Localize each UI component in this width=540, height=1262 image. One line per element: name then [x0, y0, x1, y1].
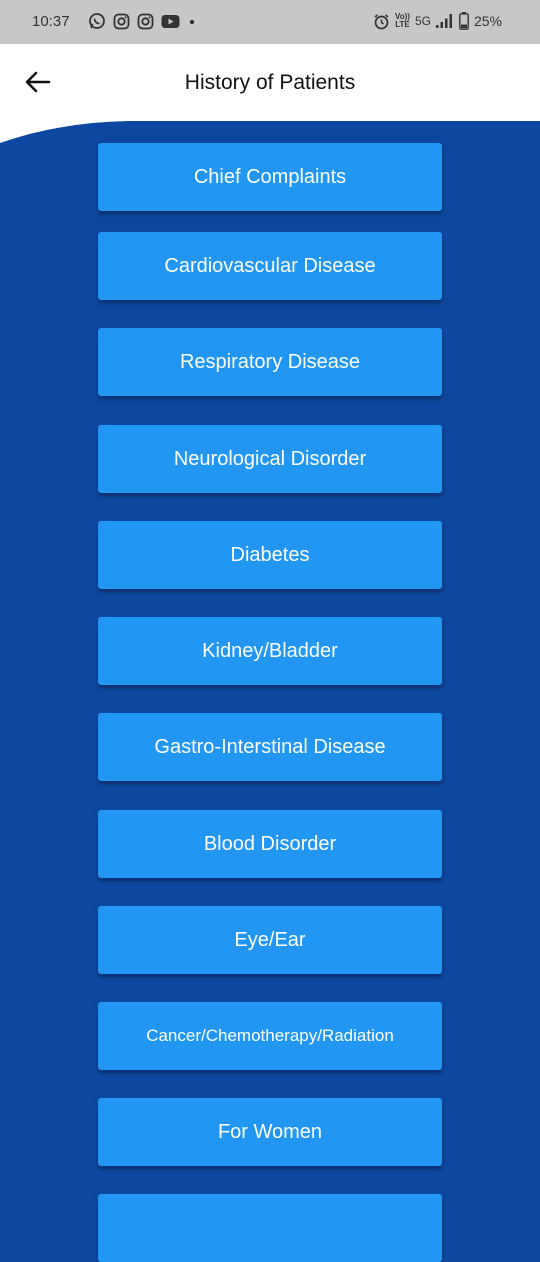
for-women-button[interactable]: For Women — [98, 1098, 442, 1166]
blood-disorder-button[interactable]: Blood Disorder — [98, 810, 442, 878]
app-header: History of Patients — [0, 44, 540, 144]
whatsapp-icon — [88, 12, 106, 30]
diabetes-button[interactable]: Diabetes — [98, 521, 442, 589]
next-category-button-partial[interactable] — [98, 1194, 442, 1262]
page-title: History of Patients — [184, 71, 356, 94]
instagram-icon — [113, 13, 130, 30]
gastro-intestinal-disease-button[interactable]: Gastro-Interstinal Disease — [98, 713, 442, 781]
signal-icon — [435, 14, 454, 28]
neurological-disorder-button[interactable]: Neurological Disorder — [98, 425, 442, 493]
status-bar: 10:37 Vo)) LTE 5G 25% — [0, 0, 540, 44]
alarm-icon — [373, 13, 390, 30]
eye-ear-button[interactable]: Eye/Ear — [98, 906, 442, 974]
cardiovascular-disease-button[interactable]: Cardiovascular Disease — [98, 232, 442, 300]
youtube-icon — [161, 14, 180, 29]
notification-icons — [88, 12, 197, 30]
battery-icon — [459, 12, 469, 30]
chief-complaints-button[interactable]: Chief Complaints — [98, 143, 442, 211]
instagram-icon — [137, 13, 154, 30]
volte-indicator: Vo)) LTE — [394, 12, 410, 29]
system-status-icons: Vo)) LTE 5G 25% — [373, 12, 502, 30]
network-type: 5G — [414, 14, 431, 28]
more-notifications-dot-icon — [187, 16, 197, 26]
kidney-bladder-button[interactable]: Kidney/Bladder — [98, 617, 442, 685]
status-time: 10:37 — [32, 13, 70, 30]
respiratory-disease-button[interactable]: Respiratory Disease — [98, 328, 442, 396]
cancer-chemotherapy-radiation-button[interactable]: Cancer/Chemotherapy/Radiation — [98, 1002, 442, 1070]
battery-percentage: 25% — [473, 13, 502, 29]
